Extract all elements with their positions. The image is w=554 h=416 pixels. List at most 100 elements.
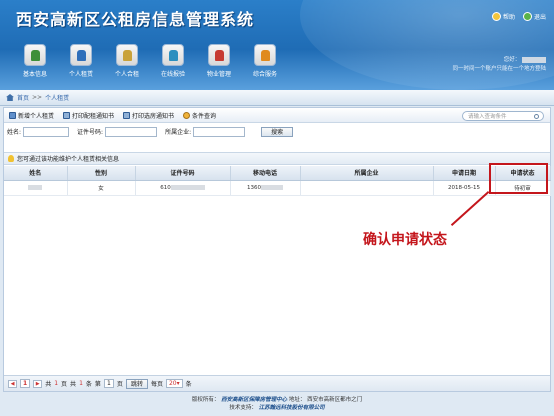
cell-phone: 1360: [230, 180, 301, 196]
table-row[interactable]: 女 610 1360 2018-05-15 待初审: [4, 180, 551, 196]
nav-personal-rent[interactable]: 个人租赁: [64, 44, 98, 78]
col-company[interactable]: 所属企业: [300, 166, 434, 181]
cell-id: 610: [135, 180, 231, 196]
app-header: 西安高新区公租房信息管理系统 帮助 退出 基本信息 个人租赁 个人合租 在线报验: [0, 0, 554, 90]
cell-gender: 女: [67, 180, 136, 196]
toolbar: 新增个人租赁 打印配租通知书 打印选房通知书 条件查询 请输入查询条件: [4, 108, 550, 123]
pager-total-pages: 1: [54, 380, 59, 387]
service-icon: [254, 44, 276, 66]
id-input[interactable]: [105, 126, 158, 137]
search-placeholder: 请输入查询条件: [468, 114, 507, 120]
top-links: 帮助 退出: [491, 12, 546, 21]
breadcrumb-home[interactable]: 首页: [17, 93, 29, 102]
exit-link[interactable]: 退出: [522, 12, 546, 21]
rent-table: 姓名 性别 证件号码 移动电话 所属企业 申请日期 申请状态 女 610 136…: [4, 166, 551, 196]
home-icon: [6, 94, 14, 101]
masked-name: [28, 184, 43, 190]
print-icon: [123, 111, 131, 119]
nav-property[interactable]: 物业管理: [202, 44, 236, 78]
nav-label: 基本信息: [22, 71, 47, 78]
status-highlight-box: [489, 163, 548, 194]
id-label: 证件号码:: [77, 129, 104, 136]
pager-total-count: 1: [79, 380, 83, 387]
col-phone[interactable]: 移动电话: [230, 166, 301, 181]
personal-rent-icon: [70, 44, 92, 66]
annotation-callout: 确认申请状态: [363, 232, 447, 248]
pager-goto-prefix: 第: [94, 381, 101, 388]
shared-rent-icon: [116, 44, 138, 66]
search-button[interactable]: 搜索: [261, 126, 294, 137]
add-icon: [9, 111, 16, 119]
user-greeting: 您好：: [503, 57, 521, 63]
col-date[interactable]: 申请日期: [433, 166, 496, 181]
cell-name: [4, 180, 68, 196]
user-info: 您好： 同一时间一个账户只能在一个地方登陆: [452, 56, 546, 74]
col-id[interactable]: 证件号码: [135, 166, 231, 181]
footer-support: 江苏翰远科技股份有限公司: [258, 405, 325, 411]
exit-icon: [522, 12, 532, 21]
pager: ◀ 1 ▶ 共 1 页 共 1 条 第 1 页 跳转 每页 20 ▾ 条: [4, 375, 550, 391]
nav-label: 综合服务: [252, 71, 277, 78]
per-page-label: 每页: [150, 381, 163, 388]
masked-id: [170, 184, 205, 190]
breadcrumb-current: 个人租赁: [45, 95, 70, 102]
nav-basic-info[interactable]: 基本信息: [18, 44, 52, 78]
user-name-masked: [522, 56, 546, 63]
footer-address: 西安市高新区都市之门: [307, 397, 363, 403]
nav-shared-rent[interactable]: 个人合租: [110, 44, 144, 78]
footer-owner-label: 版权所有：: [191, 397, 220, 403]
name-input[interactable]: [23, 126, 70, 137]
add-rent-label: 新增个人租赁: [18, 112, 55, 120]
help-link[interactable]: 帮助: [491, 12, 515, 21]
pager-goto-suffix: 页: [116, 381, 123, 388]
goto-page-input[interactable]: 1: [103, 379, 114, 388]
per-page-value: 20: [168, 380, 177, 387]
footer-address-label: 地址：: [288, 397, 306, 403]
print-selection-label: 打印选房通知书: [132, 112, 175, 120]
nav-online-report[interactable]: 在线报验: [156, 44, 190, 78]
pager-current-page[interactable]: 1: [20, 379, 31, 388]
footer-owner: 西安高新区保障房管理中心: [221, 397, 288, 403]
add-rent-button[interactable]: 新增个人租赁: [9, 111, 54, 120]
breadcrumb-separator: >>: [32, 94, 43, 101]
query-icon: [183, 111, 191, 119]
company-input[interactable]: [193, 126, 246, 137]
app-title: 西安高新区公租房信息管理系统: [16, 10, 255, 29]
main-nav: 基本信息 个人租赁 个人合租 在线报验 物业管理 综合服务: [18, 44, 282, 78]
print-allocation-button[interactable]: 打印配租通知书: [63, 111, 114, 120]
print-icon: [63, 111, 71, 119]
condition-query-button[interactable]: 条件查询: [183, 111, 216, 120]
last-page-icon[interactable]: ▶: [33, 379, 43, 388]
bulb-icon: [8, 155, 14, 162]
footer: 版权所有： 西安高新区保障房管理中心 地址： 西安市高新区都市之门 技术支持： …: [0, 394, 554, 416]
help-label: 帮助: [502, 14, 515, 21]
masked-phone: [261, 184, 283, 190]
condition-query-label: 条件查询: [192, 112, 217, 120]
nav-label: 个人合租: [114, 71, 139, 78]
name-label: 姓名:: [7, 129, 22, 136]
id-prefix: 610: [160, 184, 171, 191]
col-name[interactable]: 姓名: [4, 166, 68, 181]
cell-company: [300, 180, 434, 196]
pager-page-suffix: 页: [61, 381, 68, 388]
property-icon: [208, 44, 230, 66]
table-header-row: 姓名 性别 证件号码 移动电话 所属企业 申请日期 申请状态: [4, 166, 551, 181]
nav-label: 个人租赁: [68, 71, 93, 78]
col-gender[interactable]: 性别: [67, 166, 136, 181]
nav-label: 在线报验: [160, 71, 185, 78]
search-icon[interactable]: [534, 114, 539, 119]
hint-text: 您可通过该功能维护个人租赁相关信息: [17, 156, 120, 163]
per-page-select[interactable]: 20 ▾: [165, 379, 183, 388]
nav-service[interactable]: 综合服务: [248, 44, 282, 78]
pager-page-prefix: 共: [45, 381, 52, 388]
print-selection-button[interactable]: 打印选房通知书: [123, 111, 174, 120]
filter-bar: 姓名: 证件号码: 所属企业: 搜索: [4, 124, 550, 139]
quick-search-input[interactable]: 请输入查询条件: [462, 111, 544, 121]
online-report-icon: [162, 44, 184, 66]
phone-prefix: 1360: [247, 184, 261, 191]
exit-label: 退出: [533, 14, 546, 21]
nav-label: 物业管理: [206, 71, 231, 78]
jump-button[interactable]: 跳转: [125, 378, 148, 389]
print-allocation-label: 打印配租通知书: [72, 112, 115, 120]
first-page-icon[interactable]: ◀: [8, 379, 17, 388]
